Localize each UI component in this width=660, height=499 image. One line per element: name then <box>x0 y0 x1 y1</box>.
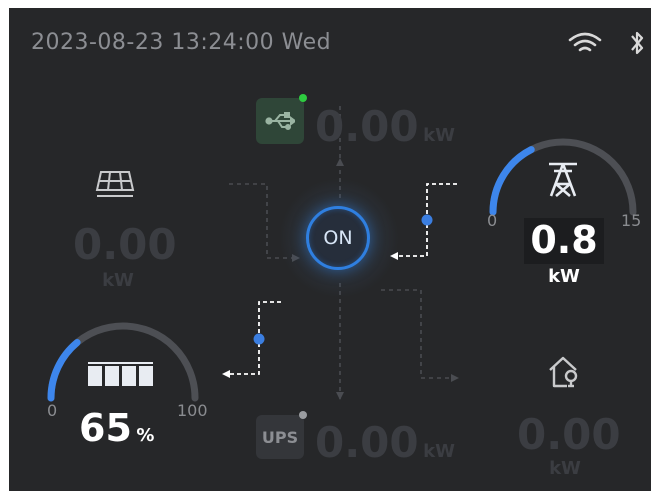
solar-panel-icon[interactable] <box>95 170 135 200</box>
grid-gauge-min: 0 <box>487 211 498 230</box>
app-screen: 2023-08-23 13:24:00 Wed ON 0.00 kW 0.00 … <box>9 8 651 491</box>
battery-unit: % <box>136 425 155 446</box>
usb-value: 0.00 <box>315 102 419 151</box>
flow-arrow-battery <box>222 370 230 378</box>
battery-gauge <box>47 322 199 402</box>
battery-gauge-min: 0 <box>47 401 58 420</box>
power-on-label: ON <box>323 227 353 249</box>
ups-status-dot <box>299 411 307 419</box>
usb-power-readout: 0.00 kW <box>315 102 455 151</box>
home-unit: kW <box>549 458 581 479</box>
usb-unit: kW <box>423 125 455 146</box>
power-tower-icon <box>549 162 577 197</box>
battery-gauge-fill <box>47 339 81 402</box>
home-icon[interactable] <box>547 354 583 390</box>
flow-arrow-usb <box>336 158 344 166</box>
battery-value: 65 <box>79 406 132 450</box>
ups-icon-box[interactable]: UPS <box>256 415 304 459</box>
flow-line-home <box>381 289 453 379</box>
ups-power-readout: 0.00 kW <box>315 418 455 467</box>
grid-value: 0.8 <box>530 218 598 262</box>
flow-arrow-home <box>451 374 459 382</box>
ups-unit: kW <box>423 441 455 462</box>
power-on-button[interactable]: ON <box>306 206 370 270</box>
usb-port-icon-box[interactable] <box>256 98 304 144</box>
solar-unit: kW <box>102 270 134 291</box>
flow-dot-battery <box>253 333 265 345</box>
flow-dot-grid <box>421 214 433 226</box>
battery-gauge-max: 100 <box>177 401 208 420</box>
grid-gauge-max: 15 <box>621 211 642 230</box>
solar-value: 0.00 <box>73 220 177 269</box>
usb-status-dot <box>299 94 307 102</box>
grid-gauge <box>489 138 637 216</box>
ups-label: UPS <box>261 427 299 447</box>
battery-icon <box>88 362 153 386</box>
flow-arrow-ups <box>336 392 344 400</box>
home-value: 0.00 <box>517 410 621 459</box>
ups-value: 0.00 <box>315 418 419 467</box>
usb-icon <box>265 112 295 130</box>
grid-gauge-fill <box>489 146 535 216</box>
grid-gauge-track <box>489 138 637 216</box>
battery-readout: 65 % <box>79 406 154 450</box>
grid-unit: kW <box>548 266 580 287</box>
